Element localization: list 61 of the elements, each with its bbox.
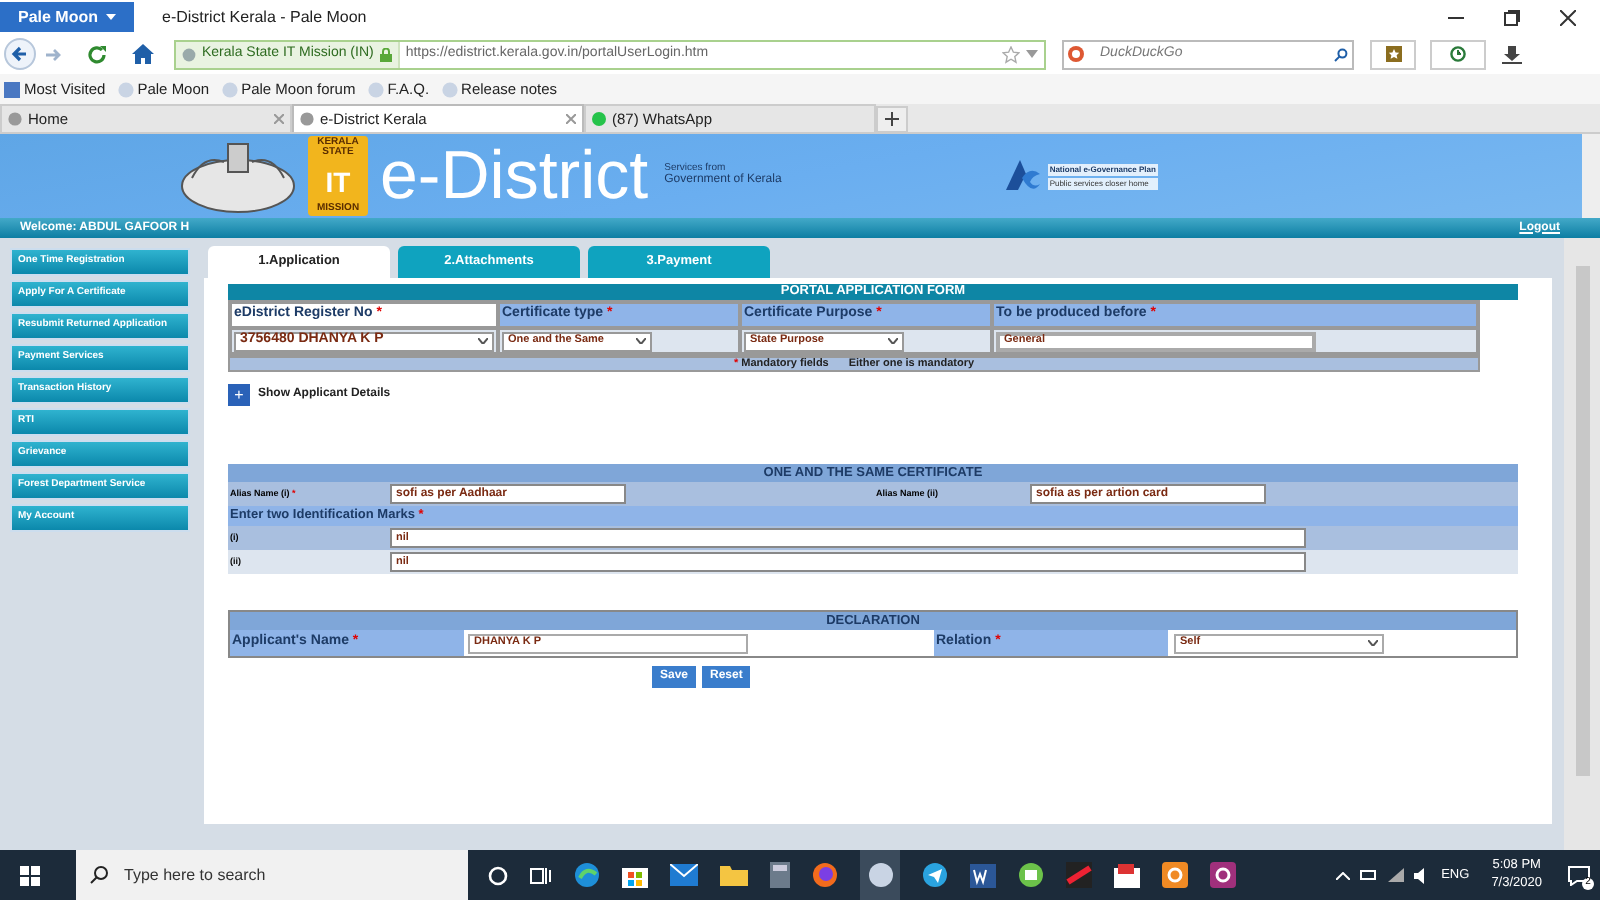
reload-icon[interactable] (86, 43, 108, 65)
chat-icon[interactable] (1018, 862, 1044, 888)
globe-icon (117, 81, 134, 97)
restore-icon[interactable] (1504, 9, 1520, 25)
back-icon[interactable] (4, 38, 36, 70)
home-icon[interactable] (132, 44, 154, 64)
calculator-icon[interactable] (770, 862, 790, 888)
globe-icon (300, 112, 314, 126)
new-tab-icon[interactable] (876, 106, 908, 132)
expand-button[interactable]: + (228, 384, 250, 406)
emblem-drawing (176, 138, 300, 214)
minimize-icon[interactable] (1448, 15, 1464, 19)
scrollbar[interactable] (1564, 238, 1600, 850)
padlock-icon (379, 47, 392, 61)
globe-icon (441, 81, 458, 97)
app-icon[interactable] (1210, 862, 1236, 888)
task-view-icon[interactable] (530, 865, 552, 885)
site-title: e-District (380, 142, 649, 210)
taskbar-search-field[interactable]: Type here to search (76, 850, 468, 900)
moon-icon (867, 862, 893, 888)
mail-icon[interactable] (670, 864, 698, 886)
bookmark-icon (1385, 46, 1401, 62)
download-icon[interactable] (1502, 45, 1522, 63)
network-icon[interactable] (1387, 868, 1404, 882)
chevron-icon (1368, 640, 1378, 646)
windows-start-icon[interactable] (20, 865, 40, 885)
browser-icon[interactable] (574, 862, 600, 888)
globe-icon (8, 112, 22, 126)
search-icon (90, 866, 108, 884)
app-icon[interactable] (1114, 862, 1140, 888)
negp-logo-icon (1001, 158, 1042, 194)
cortana-icon[interactable] (488, 865, 508, 885)
bookmark-folder-icon (4, 81, 20, 97)
search-icon[interactable] (1334, 47, 1348, 61)
star-icon[interactable] (1002, 45, 1020, 63)
dropdown-icon[interactable] (1026, 50, 1038, 58)
chevron-up-icon[interactable] (1335, 871, 1350, 879)
bookmarks-toolbar-button[interactable] (1370, 39, 1416, 69)
chevron-icon (636, 338, 646, 344)
app-menu-button[interactable]: Pale Moon (0, 2, 134, 32)
chevron-icon (478, 338, 488, 344)
paper-plane-icon[interactable] (922, 862, 948, 888)
document-icon[interactable] (970, 863, 996, 887)
taskbar-active-app[interactable] (860, 850, 900, 900)
chevron-icon (888, 338, 898, 344)
close-icon[interactable] (1560, 9, 1576, 25)
fox-browser-icon[interactable] (812, 862, 838, 888)
folder-icon[interactable] (720, 864, 748, 886)
scroll-thumb[interactable] (1575, 266, 1589, 776)
battery-icon[interactable] (1359, 870, 1378, 880)
message-icon (1567, 865, 1589, 885)
globe-icon (367, 81, 384, 97)
globe-icon (182, 47, 196, 61)
store-icon[interactable] (622, 862, 648, 888)
globe-icon (221, 81, 238, 97)
scrollbar[interactable] (1582, 134, 1600, 218)
window-title: e-District Kerala - Pale Moon (162, 5, 367, 29)
chat-icon (592, 112, 606, 126)
caret-icon (106, 14, 116, 20)
clock-icon (1450, 46, 1466, 62)
history-button[interactable] (1430, 39, 1486, 69)
